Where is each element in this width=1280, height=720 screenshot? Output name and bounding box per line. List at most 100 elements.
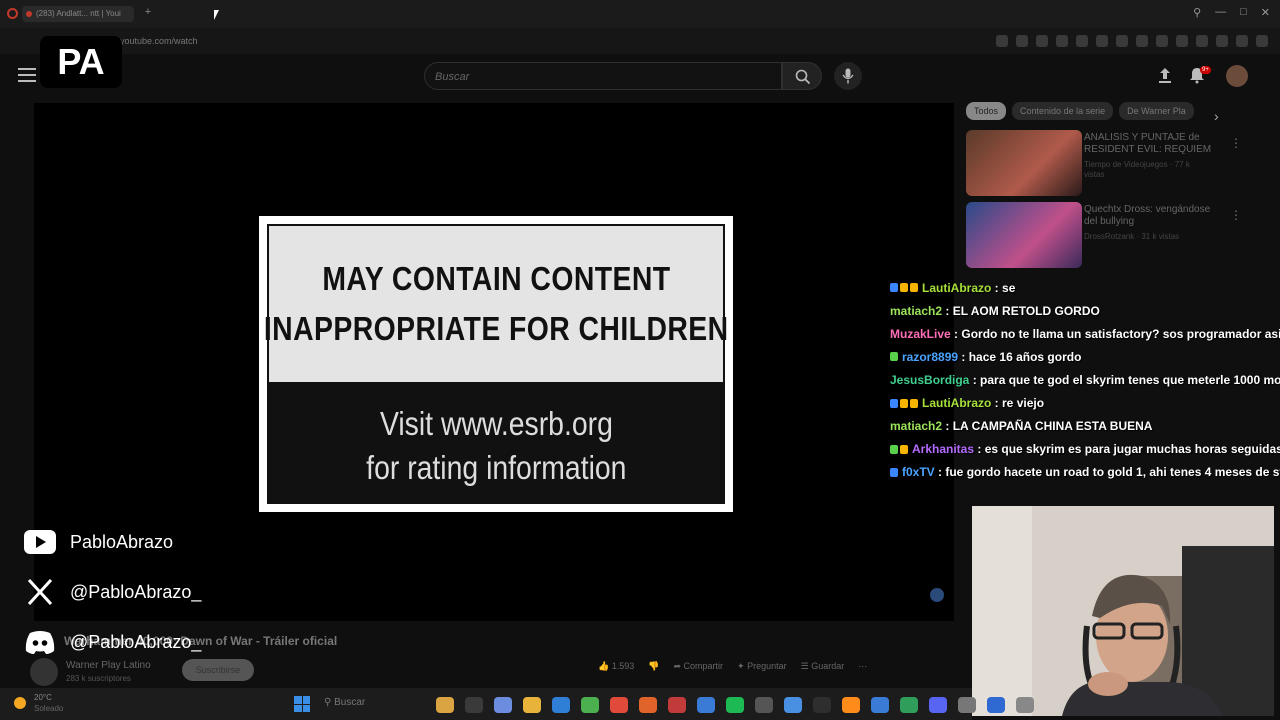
- chat-message: MuzakLive : Gordo no te llama un satisfa…: [890, 322, 1280, 345]
- chip-warner[interactable]: De Warner Pla: [1119, 102, 1194, 120]
- chat-username[interactable]: razor8899: [902, 350, 958, 364]
- taskbar-app-icon[interactable]: [436, 697, 454, 713]
- extension-icon[interactable]: [1196, 35, 1208, 47]
- taskbar-app-icon[interactable]: [755, 697, 773, 713]
- taskbar-app-icon[interactable]: [668, 697, 686, 713]
- extension-icon[interactable]: [1176, 35, 1188, 47]
- recommendation-item[interactable]: ANALISIS Y PUNTAJE de RESIDENT EVIL: REQ…: [966, 130, 1266, 200]
- taskbar-app-icon[interactable]: [929, 697, 947, 713]
- extension-icon[interactable]: [1076, 35, 1088, 47]
- recommendation-title[interactable]: Quechtx Dross: vengándose del bullying: [1084, 204, 1214, 228]
- chat-badge-icon: [890, 283, 898, 293]
- maximize-icon[interactable]: □: [1240, 6, 1247, 19]
- chat-username[interactable]: Arkhanitas: [912, 442, 974, 456]
- search-tabs-icon[interactable]: ⚲: [1193, 6, 1201, 19]
- browser-tab[interactable]: (283) Andlatt... ntt | Youi: [22, 6, 134, 22]
- extension-icon[interactable]: [1156, 35, 1168, 47]
- chat-badge-icon: [900, 283, 908, 293]
- taskbar-app-icon[interactable]: [871, 697, 889, 713]
- chip-all[interactable]: Todos: [966, 102, 1007, 120]
- windows-start-icon[interactable]: [294, 696, 310, 712]
- extension-icon[interactable]: [1116, 35, 1128, 47]
- extension-icon[interactable]: [1236, 35, 1248, 47]
- more-options-icon[interactable]: ⋮: [1230, 136, 1242, 150]
- taskbar-app-icon[interactable]: [581, 697, 599, 713]
- taskbar-app-icon[interactable]: [784, 697, 802, 713]
- like-button[interactable]: 👍 1.593: [598, 661, 634, 672]
- chat-username[interactable]: f0xTV: [902, 465, 935, 479]
- mouse-cursor-icon: [214, 10, 219, 20]
- hamburger-menu-icon[interactable]: [18, 68, 36, 82]
- share-label: Compartir: [683, 661, 724, 671]
- chip-series[interactable]: Contenido de la serie: [1012, 102, 1114, 120]
- extension-icon[interactable]: [1056, 35, 1068, 47]
- taskbar-app-icon[interactable]: [697, 697, 715, 713]
- more-options-icon[interactable]: ⋮: [1230, 208, 1242, 222]
- weather-icon[interactable]: [14, 697, 26, 709]
- voice-search-button[interactable]: [834, 62, 862, 90]
- extension-icon[interactable]: [1256, 35, 1268, 47]
- channel-avatar[interactable]: [30, 658, 58, 686]
- more-actions-icon[interactable]: ⋯: [858, 661, 867, 672]
- dislike-button[interactable]: 👎: [648, 661, 659, 672]
- upload-icon[interactable]: [1156, 66, 1174, 84]
- chevron-right-icon[interactable]: ›: [1214, 108, 1219, 124]
- chat-text: es que skyrim es para jugar muchas horas…: [984, 442, 1280, 457]
- chat-badge-icon: [890, 398, 898, 408]
- taskbar-app-icon[interactable]: [900, 697, 918, 713]
- chat-text: para que te god el skyrim tenes que mete…: [980, 372, 1280, 387]
- url-field[interactable]: youtube.com/watch: [120, 36, 198, 46]
- recommendation-item[interactable]: Quechtx Dross: vengándose del bullying D…: [966, 202, 1266, 272]
- extension-icon[interactable]: [996, 35, 1008, 47]
- taskbar-app-icon[interactable]: [987, 697, 1005, 713]
- extension-icon[interactable]: [1036, 35, 1048, 47]
- taskbar-app-icon[interactable]: [552, 697, 570, 713]
- extension-icon[interactable]: [1136, 35, 1148, 47]
- taskbar-app-icon[interactable]: [465, 697, 483, 713]
- chat-username[interactable]: matiach2: [890, 304, 942, 318]
- discord-icon: [25, 631, 55, 654]
- chat-username[interactable]: LautiAbrazo: [922, 396, 991, 410]
- chat-badge-icon: [910, 398, 918, 408]
- taskbar-app-icon[interactable]: [610, 697, 628, 713]
- taskbar-app-icon[interactable]: [813, 697, 831, 713]
- taskbar-search[interactable]: ⚲ Buscar: [324, 697, 365, 708]
- tab-title: (283) Andlatt... ntt | Youi: [36, 9, 121, 18]
- taskbar-app-icon[interactable]: [842, 697, 860, 713]
- video-thumbnail[interactable]: [966, 130, 1082, 196]
- taskbar-app-icon[interactable]: [1016, 697, 1034, 713]
- extension-icon[interactable]: [1216, 35, 1228, 47]
- extension-icon[interactable]: [1096, 35, 1108, 47]
- recommendation-title[interactable]: ANALISIS Y PUNTAJE de RESIDENT EVIL: REQ…: [1084, 132, 1214, 156]
- taskbar-app-icon[interactable]: [523, 697, 541, 713]
- ask-button[interactable]: ✦ Preguntar: [737, 661, 787, 672]
- chat-badge-icon: [890, 444, 898, 454]
- search-input[interactable]: Buscar: [424, 62, 782, 90]
- profile-avatar[interactable]: [1226, 65, 1248, 87]
- opera-icon[interactable]: [7, 8, 18, 19]
- chat-badges: [890, 398, 918, 408]
- chat-username[interactable]: LautiAbrazo: [922, 281, 991, 295]
- minimize-icon[interactable]: —: [1215, 6, 1226, 19]
- player-overlay-icon[interactable]: [930, 588, 944, 602]
- subscribe-button[interactable]: Suscribirse: [182, 659, 254, 681]
- chat-message: LautiAbrazo : se: [890, 276, 1280, 299]
- search-button[interactable]: [782, 62, 822, 90]
- taskbar-app-icon[interactable]: [639, 697, 657, 713]
- ask-label: Preguntar: [747, 661, 787, 671]
- extension-icon[interactable]: [1016, 35, 1028, 47]
- taskbar-app-icon[interactable]: [958, 697, 976, 713]
- video-thumbnail[interactable]: [966, 202, 1082, 268]
- channel-name[interactable]: Warner Play Latino: [66, 660, 151, 671]
- new-tab-button[interactable]: +: [142, 6, 154, 20]
- save-button[interactable]: ☰ Guardar: [801, 661, 845, 672]
- close-icon[interactable]: ✕: [1261, 6, 1270, 19]
- esrb-rating-card: MAY CONTAIN CONTENT INAPPROPRIATE FOR CH…: [259, 216, 733, 512]
- share-button[interactable]: ➦ Compartir: [673, 661, 723, 672]
- taskbar-app-icon[interactable]: [494, 697, 512, 713]
- taskbar-app-icon[interactable]: [726, 697, 744, 713]
- chat-username[interactable]: JesusBordiga: [890, 373, 969, 387]
- browser-tab-bar: (283) Andlatt... ntt | Youi + ⚲ — □ ✕: [0, 0, 1280, 28]
- chat-username[interactable]: matiach2: [890, 419, 942, 433]
- chat-username[interactable]: MuzakLive: [890, 327, 951, 341]
